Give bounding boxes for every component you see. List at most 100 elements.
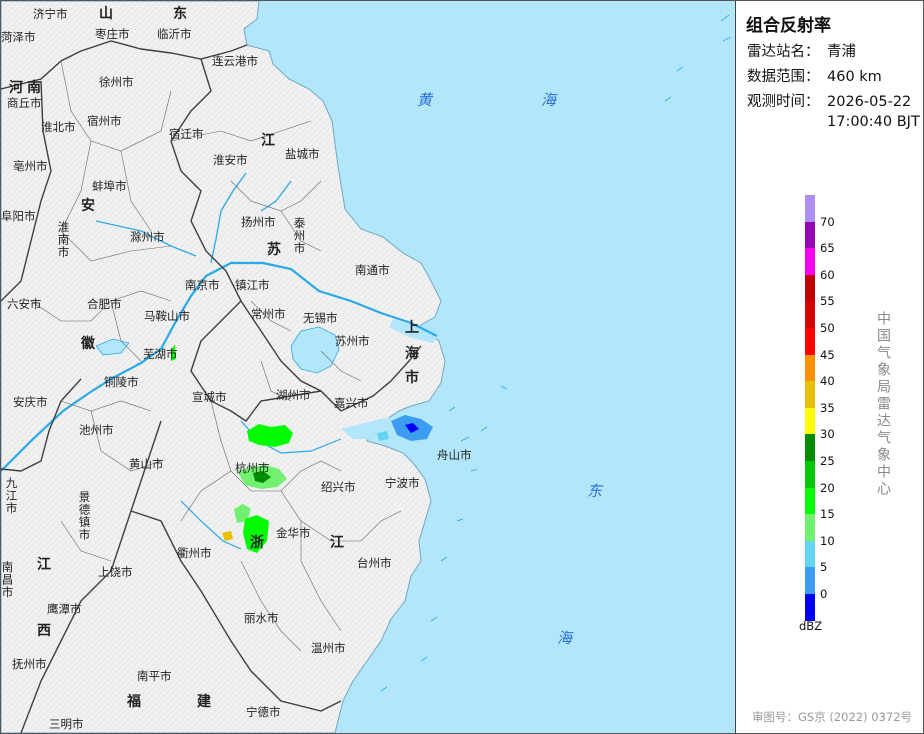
agency-name: 中国气象局雷达气象中心 — [875, 311, 891, 498]
legend-tick: 50 — [820, 321, 835, 335]
range-value: 460 km — [827, 69, 882, 85]
city-label: 盐城市 — [285, 147, 320, 161]
legend-swatch — [805, 195, 815, 222]
province-label: 徽 — [81, 336, 95, 352]
city-label: 金华市 — [276, 526, 311, 540]
radar-map-frame: 山 东 河 南 江 苏 安 徽 上 海 市 浙 江 江 西 福 建 黄 海 东 … — [0, 0, 924, 734]
city-label: 宿迁市 — [169, 127, 204, 141]
city-label: 马鞍山市 — [144, 309, 190, 323]
city-label: 亳州市 — [13, 159, 48, 173]
city-label: 黄山市 — [129, 457, 164, 471]
city-label: 舟山市 — [437, 448, 472, 462]
city-label: 温州市 — [311, 641, 346, 655]
legend-unit: dBZ — [799, 619, 823, 633]
city-label: 绍兴市 — [321, 480, 356, 494]
sea-label: 海 — [541, 91, 557, 109]
province-label: 苏 — [267, 242, 281, 258]
legend-swatch — [805, 567, 815, 594]
city-label: 宁波市 — [385, 476, 420, 490]
city-label: 临沂市 — [157, 27, 192, 41]
station-value: 青浦 — [827, 44, 856, 60]
sea-label: 海 — [557, 629, 573, 647]
province-label: 海 — [405, 346, 419, 362]
city-label: 六安市 — [7, 297, 42, 311]
province-label: 江 — [330, 535, 344, 551]
city-label: 淮南市 — [56, 221, 71, 259]
product-title: 组合反射率 — [746, 16, 831, 36]
city-label: 上饶市 — [98, 565, 133, 579]
range-row: 数据范围： 460 km — [747, 69, 882, 86]
city-label: 池州市 — [79, 423, 114, 437]
city-label: 宿州市 — [87, 114, 122, 128]
city-label: 滁州市 — [130, 230, 165, 244]
station-row: 雷达站名： 青浦 — [747, 44, 856, 61]
legend-swatch — [805, 460, 815, 488]
legend-swatch — [805, 381, 815, 408]
legend-swatch — [805, 221, 815, 249]
city-label: 镇江市 — [235, 278, 270, 292]
city-label: 连云港市 — [212, 54, 258, 68]
province-label: 建 — [197, 694, 211, 710]
legend-swatch — [805, 354, 815, 382]
province-label: 上 — [405, 320, 419, 336]
city-label: 芜湖市 — [143, 347, 178, 361]
legend-swatch — [805, 434, 815, 461]
sea-label: 黄 — [417, 91, 433, 109]
city-label: 蚌埠市 — [92, 179, 127, 193]
legend-swatch — [805, 248, 815, 275]
legend-swatch — [805, 540, 815, 568]
province-label: 南 — [27, 80, 41, 96]
legend-tick: 25 — [820, 454, 835, 468]
city-label: 泰州市 — [292, 217, 307, 255]
city-label: 杭州市 — [235, 461, 270, 475]
range-label: 数据范围： — [747, 69, 820, 85]
province-label: 安 — [81, 198, 95, 214]
city-label: 无锡市 — [303, 311, 338, 325]
province-label: 江 — [261, 133, 275, 149]
city-label: 淮安市 — [213, 153, 248, 167]
time-label: 观测时间： — [747, 94, 820, 110]
legend-swatch — [805, 593, 815, 621]
city-label: 宣城市 — [192, 390, 227, 404]
legend-tick: 70 — [820, 214, 835, 229]
legend-tick: 40 — [820, 374, 835, 389]
province-label: 市 — [405, 370, 419, 386]
city-label: 宁德市 — [246, 705, 281, 719]
legend-swatch — [805, 274, 815, 302]
city-label: 衢州市 — [177, 546, 212, 560]
time-clock: 17:00:40 BJT — [827, 114, 920, 130]
city-label: 嘉兴市 — [334, 396, 369, 410]
city-label: 商丘市 — [7, 96, 42, 110]
city-label: 枣庄市 — [95, 27, 130, 41]
city-label: 济宁市 — [33, 7, 68, 21]
legend-swatch — [805, 487, 815, 515]
legend-swatch — [805, 407, 815, 435]
city-label: 南平市 — [137, 669, 172, 683]
city-label: 铜陵市 — [104, 375, 139, 389]
city-label: 南通市 — [355, 263, 390, 277]
legend-swatch — [805, 301, 815, 328]
legend-tick: 20 — [820, 480, 835, 495]
city-label: 景德镇市 — [77, 491, 92, 541]
legend-tick: 55 — [820, 294, 835, 309]
color-legend — [805, 195, 815, 621]
city-label: 南京市 — [185, 278, 220, 292]
city-label: 淮北市 — [41, 120, 76, 134]
city-label: 菏泽市 — [1, 30, 36, 44]
city-label: 徐州市 — [99, 75, 134, 89]
legend-tick: 35 — [820, 400, 835, 415]
legend-tick: 45 — [820, 347, 835, 362]
province-label: 东 — [173, 6, 187, 22]
legend-tick: 30 — [820, 427, 835, 442]
city-label: 安庆市 — [13, 395, 48, 409]
legend-swatch — [805, 327, 815, 355]
legend-tick: 15 — [820, 507, 835, 522]
radar-map[interactable]: 山 东 河 南 江 苏 安 徽 上 海 市 浙 江 江 西 福 建 黄 海 东 … — [1, 1, 735, 733]
province-label: 江 — [37, 557, 51, 573]
city-label: 湖州市 — [276, 388, 311, 402]
legend-tick: 60 — [820, 267, 835, 282]
city-label: 抚州市 — [12, 657, 47, 671]
city-label: 九江市 — [4, 477, 19, 515]
province-label: 浙 — [250, 535, 264, 551]
city-label: 合肥市 — [87, 297, 122, 311]
